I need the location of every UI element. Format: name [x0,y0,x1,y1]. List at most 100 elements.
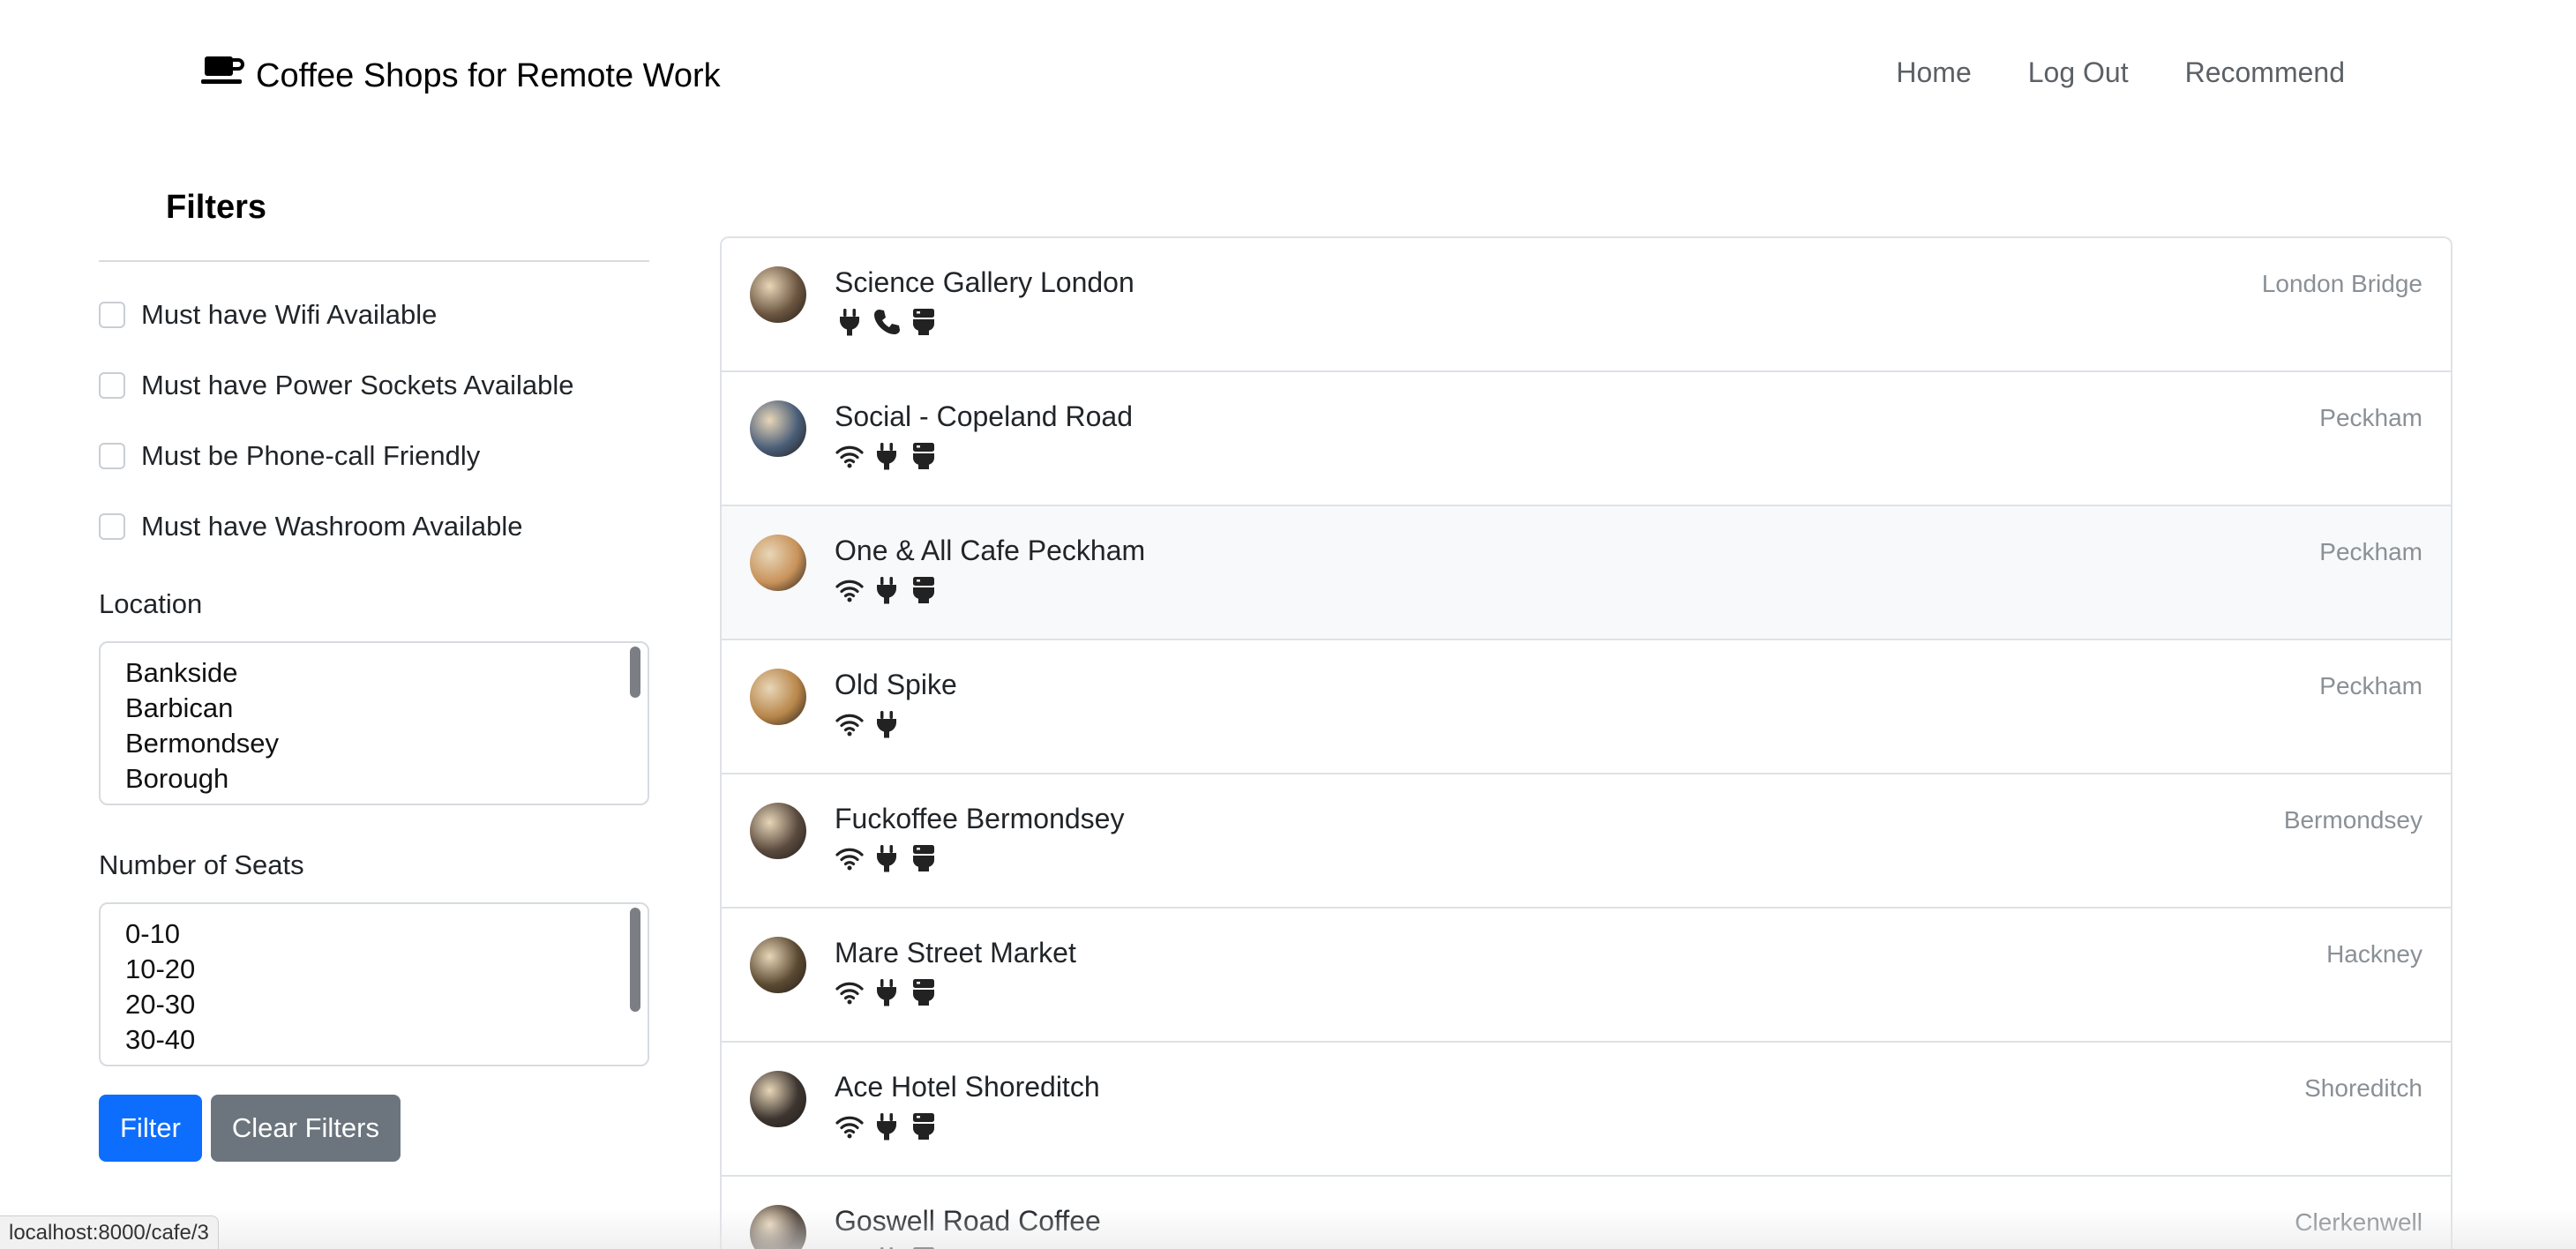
cafe-list-item[interactable]: Old Spike Peckham [722,640,2451,774]
location-scrollbar[interactable] [630,647,640,698]
washroom-filter[interactable]: Must have Washroom Available [99,509,649,544]
plug-icon [872,977,902,1012]
location-option[interactable]: Bermondsey [125,726,648,761]
location-select[interactable]: Bankside Barbican Bermondsey Borough Cle… [99,641,649,805]
toilet-icon [909,441,939,475]
cafe-name[interactable]: Goswell Road Coffee [835,1205,1101,1238]
cafe-avatar [750,1071,806,1127]
phone-checkbox[interactable] [99,443,125,469]
status-url: localhost:8000/cafe/3 [0,1215,219,1249]
cafe-location: Peckham [2319,672,2422,699]
plug-icon [835,307,865,341]
cafe-name[interactable]: Old Spike [835,669,957,701]
location-option[interactable]: Borough [125,761,648,797]
sockets-filter[interactable]: Must have Power Sockets Available [99,368,649,403]
filters-title: Filters [166,189,267,226]
cafe-avatar [750,266,806,323]
filter-actions: Filter Clear Filters [99,1095,649,1162]
cafe-avatar [750,937,806,993]
phone-filter-label: Must be Phone-call Friendly [141,440,481,471]
wifi-filter-label: Must have Wifi Available [141,299,438,330]
toilet-icon [909,977,939,1012]
seats-option[interactable]: 0-10 [125,916,648,952]
seats-option[interactable]: 40-50 [125,1058,648,1065]
plug-icon [872,1111,902,1146]
cafe-name[interactable]: One & All Cafe Peckham [835,535,1145,567]
cafe-name[interactable]: Science Gallery London [835,266,1134,299]
brand-title: Coffee Shops for Remote Work [256,56,721,94]
divider [99,260,649,262]
cafe-amenities [835,575,939,610]
washroom-checkbox[interactable] [99,513,125,540]
cafe-amenities [835,1111,939,1146]
location-label: Location [99,588,203,619]
location-option[interactable]: Clerkenwell [125,797,648,804]
phone-icon [872,307,902,341]
sockets-filter-label: Must have Power Sockets Available [141,370,574,400]
seats-label: Number of Seats [99,849,304,880]
cafe-location: Clerkenwell [2295,1208,2422,1236]
navbar: Coffee Shops for Remote Work Home Log Ou… [0,0,2576,150]
coffee-cup-icon [201,53,245,99]
cafe-avatar [750,535,806,591]
cafe-location: Bermondsey [2283,806,2422,834]
toilet-icon [909,575,939,610]
location-option[interactable]: Bankside [125,655,648,691]
toilet-icon [909,843,939,878]
cafe-name[interactable]: Mare Street Market [835,937,1076,969]
filter-button[interactable]: Filter [99,1095,202,1162]
cafe-avatar [750,803,806,859]
cafe-avatar [750,400,806,457]
toilet-icon [909,307,939,341]
seats-option[interactable]: 10-20 [125,952,648,987]
cafe-location: Peckham [2319,538,2422,565]
phone-filter[interactable]: Must be Phone-call Friendly [99,438,649,474]
wifi-filter[interactable]: Must have Wifi Available [99,297,649,333]
location-option[interactable]: Barbican [125,691,648,726]
seats-option[interactable]: 30-40 [125,1022,648,1058]
toilet-icon [909,1111,939,1146]
cafe-list-item[interactable]: Fuckoffee Bermondsey Bermondsey [722,774,2451,909]
cafe-location: London Bridge [2261,270,2422,297]
cafe-location: Shoreditch [2304,1074,2422,1102]
seats-option[interactable]: 20-30 [125,987,648,1022]
nav-logout-link[interactable]: Log Out [2028,56,2129,89]
cafe-amenities [835,307,939,341]
cafe-name[interactable]: Fuckoffee Bermondsey [835,803,1124,835]
cafe-name[interactable]: Ace Hotel Shoreditch [835,1071,1100,1103]
cafe-amenities [835,709,902,744]
wifi-icon [835,843,865,878]
seats-scrollbar[interactable] [630,908,640,1012]
cafe-name[interactable]: Social - Copeland Road [835,400,1133,433]
plug-icon [872,843,902,878]
wifi-icon [835,709,865,744]
plug-icon [872,441,902,475]
cafe-list-item[interactable]: Ace Hotel Shoreditch Shoreditch [722,1043,2451,1177]
sockets-checkbox[interactable] [99,372,125,399]
cafe-list-item[interactable]: Science Gallery London London Bridge [722,238,2451,372]
brand-link[interactable]: Coffee Shops for Remote Work [201,53,721,99]
wifi-icon [835,441,865,475]
nav-recommend-link[interactable]: Recommend [2185,56,2345,89]
wifi-checkbox[interactable] [99,302,125,328]
wifi-icon [835,977,865,1012]
cafe-list-item[interactable]: Goswell Road Coffee Clerkenwell [722,1177,2451,1249]
clear-filters-button[interactable]: Clear Filters [210,1095,401,1162]
cafe-list-item[interactable]: Social - Copeland Road Peckham [722,372,2451,506]
nav-links: Home Log Out Recommend [1896,56,2345,89]
cafe-list-item[interactable]: One & All Cafe Peckham Peckham [722,506,2451,640]
plug-icon [872,709,902,744]
washroom-filter-label: Must have Washroom Available [141,511,523,542]
cafe-location: Peckham [2319,404,2422,431]
cafe-list-item[interactable]: Mare Street Market Hackney [722,909,2451,1043]
wifi-icon [835,1245,865,1249]
seats-select[interactable]: 0-10 10-20 20-30 30-40 40-50 [99,902,649,1066]
nav-home-link[interactable]: Home [1896,56,1971,89]
toilet-icon [909,1245,939,1249]
wifi-icon [835,575,865,610]
cafe-amenities [835,977,939,1012]
cafe-avatar [750,1205,806,1249]
cafe-list: Science Gallery London London Bridge Socia… [720,236,2452,1249]
filters-sidebar: Filters Must have Wifi Available Must ha… [99,176,649,1162]
cafe-amenities [835,843,939,878]
